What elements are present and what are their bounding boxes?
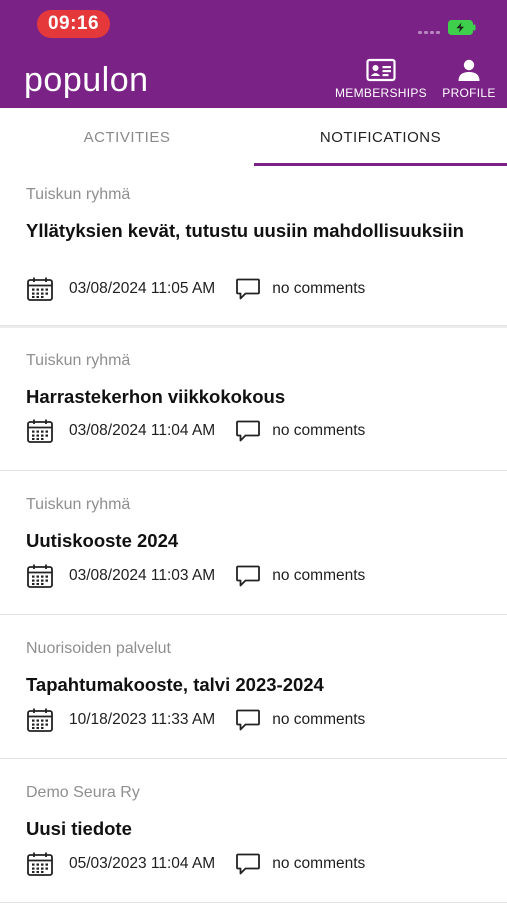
notification-source: Tuiskun ryhmä [26,186,131,203]
notification-title: Yllätyksien kevät, tutustu uusiin mahdol… [26,220,464,241]
tab-activities[interactable]: ACTIVITIES [0,108,254,167]
notification-comments: no comments [272,711,366,728]
notification-source: Nuorisoiden palvelut [26,640,171,657]
notification-meta: 03/08/2024 11:05 AM no comments [26,276,365,302]
person-icon [458,59,480,81]
calendar-icon [27,419,53,443]
notification-item[interactable]: Tuiskun ryhmä Yllätyksien kevät, tutustu… [0,167,507,326]
notification-item[interactable]: Demo Seura Ry Uusi tiedote 05/03/2023 11… [0,759,507,903]
memberships-button[interactable]: MEMBERSHIPS [333,58,429,106]
notification-comments: no comments [272,855,366,872]
notification-source: Tuiskun ryhmä [26,496,131,513]
notification-date: 03/08/2024 11:03 AM [69,567,216,584]
notification-source: Demo Seura Ry [26,784,140,801]
notification-meta: 05/03/2023 11:04 AM no comments [26,851,365,877]
comment-icon [236,565,261,587]
membership-card-icon [366,58,396,82]
profile-label: PROFILE [442,86,496,100]
comment-icon [236,709,261,731]
notification-title: Tapahtumakooste, talvi 2023-2024 [26,674,324,695]
battery-icon [448,20,476,35]
calendar-icon [27,708,53,732]
notification-comments: no comments [272,422,366,439]
calendar-icon [27,564,53,588]
notification-date: 03/08/2024 11:05 AM [69,280,216,297]
calendar-icon [27,852,53,876]
comment-icon [236,853,261,875]
notification-title: Uusi tiedote [26,818,132,839]
tab-bar: ACTIVITIES NOTIFICATIONS [0,108,507,168]
profile-button[interactable]: PROFILE [440,58,498,106]
notification-list: Tuiskun ryhmä Yllätyksien kevät, tutustu… [0,167,507,903]
comment-icon [236,278,261,300]
app-header: 09:16 populon MEMBERSHIPS PROFILE [0,0,507,108]
populon-logo: populon [24,61,149,99]
notification-meta: 10/18/2023 11:33 AM no comments [26,707,365,733]
signal-icon [418,30,440,34]
status-time: 09:16 [37,10,110,38]
notification-title: Uutiskooste 2024 [26,530,179,551]
notification-date: 10/18/2023 11:33 AM [69,711,216,728]
notification-meta: 03/08/2024 11:03 AM no comments [26,563,365,589]
active-tab-indicator [254,163,507,166]
notification-title: Harrastekerhon viikkokokous [26,386,286,407]
memberships-label: MEMBERSHIPS [335,86,427,100]
notification-item[interactable]: Nuorisoiden palvelut Tapahtumakooste, ta… [0,615,507,759]
notification-item[interactable]: Tuiskun ryhmä Harrastekerhon viikkokokou… [0,326,507,471]
notification-date: 05/03/2023 11:04 AM [69,855,216,872]
notification-date: 03/08/2024 11:04 AM [69,422,216,439]
calendar-icon [27,277,53,301]
notification-item[interactable]: Tuiskun ryhmä Uutiskooste 2024 03/08/202… [0,471,507,615]
comment-icon [236,420,261,442]
notification-comments: no comments [272,280,366,297]
notification-source: Tuiskun ryhmä [26,352,131,369]
notification-comments: no comments [272,567,366,584]
tab-notifications[interactable]: NOTIFICATIONS [254,108,507,167]
notification-meta: 03/08/2024 11:04 AM no comments [26,418,365,444]
